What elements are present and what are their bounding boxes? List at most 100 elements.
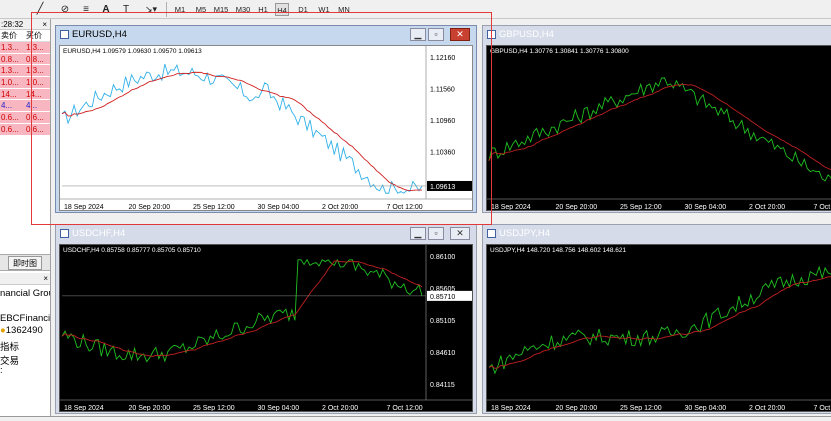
chart-window-usdjpy[interactable]: USDJPY,H4 18 Sep 2024 20 Sep 20:00 25 Sep …: [482, 224, 831, 414]
bid-price: 14...: [1, 89, 17, 99]
timeframe-m15-button[interactable]: M15: [212, 3, 230, 16]
chart-plot[interactable]: 18 Sep 2024 20 Sep 20:00 25 Sep 12:00 30 Se…: [486, 244, 831, 412]
quote-row[interactable]: 1.0... 1.0...: [0, 77, 50, 89]
arrows-dropdown-icon[interactable]: ↘▾: [142, 3, 160, 16]
timeframe-mn-button[interactable]: MN: [337, 3, 351, 16]
chart-window-icon: [487, 229, 496, 238]
price-tick-label: 1.11560: [430, 87, 455, 94]
label-tool-icon[interactable]: T: [120, 3, 132, 16]
bid-price: 0.6...: [1, 113, 19, 123]
price-tick-label: 0.86100: [430, 254, 455, 261]
window-titlebar[interactable]: USDJPY,H4: [483, 225, 831, 243]
date-tick-label: 30 Sep 04:00: [258, 204, 300, 211]
price-tick-label: 0.84610: [430, 350, 455, 357]
timeframe-h4-button[interactable]: H4: [275, 3, 289, 16]
bid-price: 1.0...: [1, 78, 19, 88]
toolbar-separator: [166, 2, 167, 17]
navigator-account[interactable]: ●1362490: [0, 325, 43, 336]
window-title: EURUSD,H4: [72, 29, 127, 40]
chart-plot[interactable]: 18 Sep 2024 20 Sep 20:00 25 Sep 12:00 30 Se…: [486, 45, 831, 211]
date-tick-label: 20 Sep 20:00: [556, 405, 598, 412]
date-tick-label: 7 Oct 12: [814, 405, 831, 412]
ask-column-header[interactable]: 买价: [25, 30, 50, 41]
maximize-button[interactable]: ▫: [428, 28, 444, 41]
date-tick-label: 7 Oct 12:00: [387, 204, 423, 211]
timeframe-m30-button[interactable]: M30: [234, 3, 252, 16]
date-tick-label: 25 Sep 12:00: [620, 204, 662, 211]
bid-price: 4...: [1, 101, 13, 111]
window-titlebar[interactable]: GBPUSD,H4: [483, 26, 831, 44]
chart-window-icon: [487, 30, 496, 39]
current-price-label: 0.85710: [430, 294, 455, 301]
chart-window-usdchf[interactable]: USDCHF,H4 ▁ ▫ ✕ 18 Sep 2024 20 Sep 20:00 2…: [55, 224, 477, 414]
close-icon[interactable]: ×: [42, 19, 47, 30]
ask-price: 1.3...: [26, 66, 44, 76]
panel-tabs: 即时图: [0, 254, 50, 271]
navigator-indicators[interactable]: 指标: [0, 339, 19, 353]
toolbar: ╱ ⊘ ≡ A T ↘▾ M1 M5 M15 M30 H1 H4 D1 W1 M…: [0, 0, 831, 19]
navigator-server[interactable]: EBCFinancia: [0, 313, 50, 324]
channel-icon[interactable]: ≡: [80, 3, 92, 16]
close-icon[interactable]: ×: [43, 273, 48, 285]
date-tick-label: 25 Sep 12:00: [193, 405, 235, 412]
window-title: GBPUSD,H4: [499, 29, 554, 40]
chart-plot[interactable]: 18 Sep 2024 20 Sep 20:00 25 Sep 12:00 30 Se…: [59, 244, 473, 412]
quote-row[interactable]: 1.3... 1.3...: [0, 65, 50, 78]
price-tick-label: 1.10960: [430, 118, 455, 125]
market-watch-columns: 卖价 买价: [0, 30, 50, 42]
ask-price: 14...: [26, 89, 42, 99]
date-tick-label: 30 Sep 04:00: [685, 204, 727, 211]
market-watch-header: :28:32 ×: [0, 19, 50, 30]
quote-row[interactable]: 0.6... 0.6...: [0, 123, 50, 136]
minimize-button[interactable]: ▁: [410, 28, 426, 41]
text-tool-button[interactable]: A: [101, 3, 111, 16]
date-tick-label: 30 Sep 04:00: [258, 405, 300, 412]
timeframe-m5-button[interactable]: M5: [194, 3, 208, 16]
navigator-more[interactable]: :: [0, 365, 3, 376]
window-titlebar[interactable]: EURUSD,H4 ▁ ▫ ✕: [56, 26, 476, 44]
date-tick-label: 25 Sep 12:00: [193, 204, 235, 211]
minimize-button[interactable]: ▁: [410, 227, 426, 240]
close-button[interactable]: ✕: [450, 227, 470, 240]
chart-window-eurusd[interactable]: EURUSD,H4 ▁ ▫ ✕ 18 Sep 2024 20 Sep 20:00 2…: [55, 25, 477, 213]
price-line: [61, 63, 423, 194]
price-tick-label: 0.84115: [430, 382, 455, 389]
date-tick-label: 2 Oct 20:00: [749, 204, 785, 211]
quote-row[interactable]: 1.3... 1.3...: [0, 42, 50, 54]
quote-row[interactable]: 0.6... 0.6...: [0, 112, 50, 124]
chart-plot[interactable]: 18 Sep 2024 20 Sep 20:00 25 Sep 12:00 30 Se…: [59, 45, 473, 211]
line-tool-icon[interactable]: ╱: [34, 3, 46, 16]
window-titlebar[interactable]: USDCHF,H4 ▁ ▫ ✕: [56, 225, 476, 243]
quote-row[interactable]: 4... 4...: [0, 100, 50, 113]
account-number: 1362490: [5, 325, 43, 336]
ask-price: 0.6...: [26, 124, 44, 134]
moving-average-line: [488, 83, 831, 171]
close-button[interactable]: ✕: [450, 28, 470, 41]
chart-canvas: 18 Sep 2024 20 Sep 20:00 25 Sep 12:00 30 Se…: [487, 265, 831, 412]
timeframe-h1-button[interactable]: H1: [257, 3, 269, 16]
quote-row[interactable]: 14... 14...: [0, 88, 50, 101]
window-title: USDJPY,H4: [499, 228, 551, 239]
maximize-button[interactable]: ▫: [428, 227, 444, 240]
date-tick-label: 18 Sep 2024: [491, 405, 531, 412]
current-price-label: 1.09613: [430, 184, 455, 191]
price-line: [488, 265, 831, 375]
bid-price: 0.8...: [1, 54, 19, 64]
timeframe-w1-button[interactable]: W1: [317, 3, 331, 16]
ask-price: 1.0...: [26, 78, 44, 88]
chart-window-gbpusd[interactable]: GBPUSD,H4 18 Sep 2024 20 Sep 20:00 25 Sep …: [482, 25, 831, 213]
timeframe-m1-button[interactable]: M1: [173, 3, 187, 16]
navigator-trading[interactable]: 交易: [0, 353, 19, 367]
moving-average-line: [488, 276, 831, 369]
price-tick-label: 0.85105: [430, 318, 455, 325]
quote-row[interactable]: 0.8... 0.8...: [0, 53, 50, 66]
date-tick-label: 30 Sep 04:00: [685, 405, 727, 412]
tab-tick-chart[interactable]: 即时图: [8, 256, 42, 270]
bid-column-header[interactable]: 卖价: [0, 30, 25, 41]
date-tick-label: 20 Sep 20:00: [129, 204, 171, 211]
navigator-broker[interactable]: nancial Grou: [0, 288, 50, 299]
ask-price: 1.3...: [26, 43, 44, 52]
fibonacci-icon[interactable]: ⊘: [58, 3, 72, 16]
timeframe-d1-button[interactable]: D1: [297, 3, 309, 16]
market-watch-rows: 1.3... 1.3... 0.8... 0.8... 1.3... 1.3... 1.0.…: [0, 42, 50, 136]
